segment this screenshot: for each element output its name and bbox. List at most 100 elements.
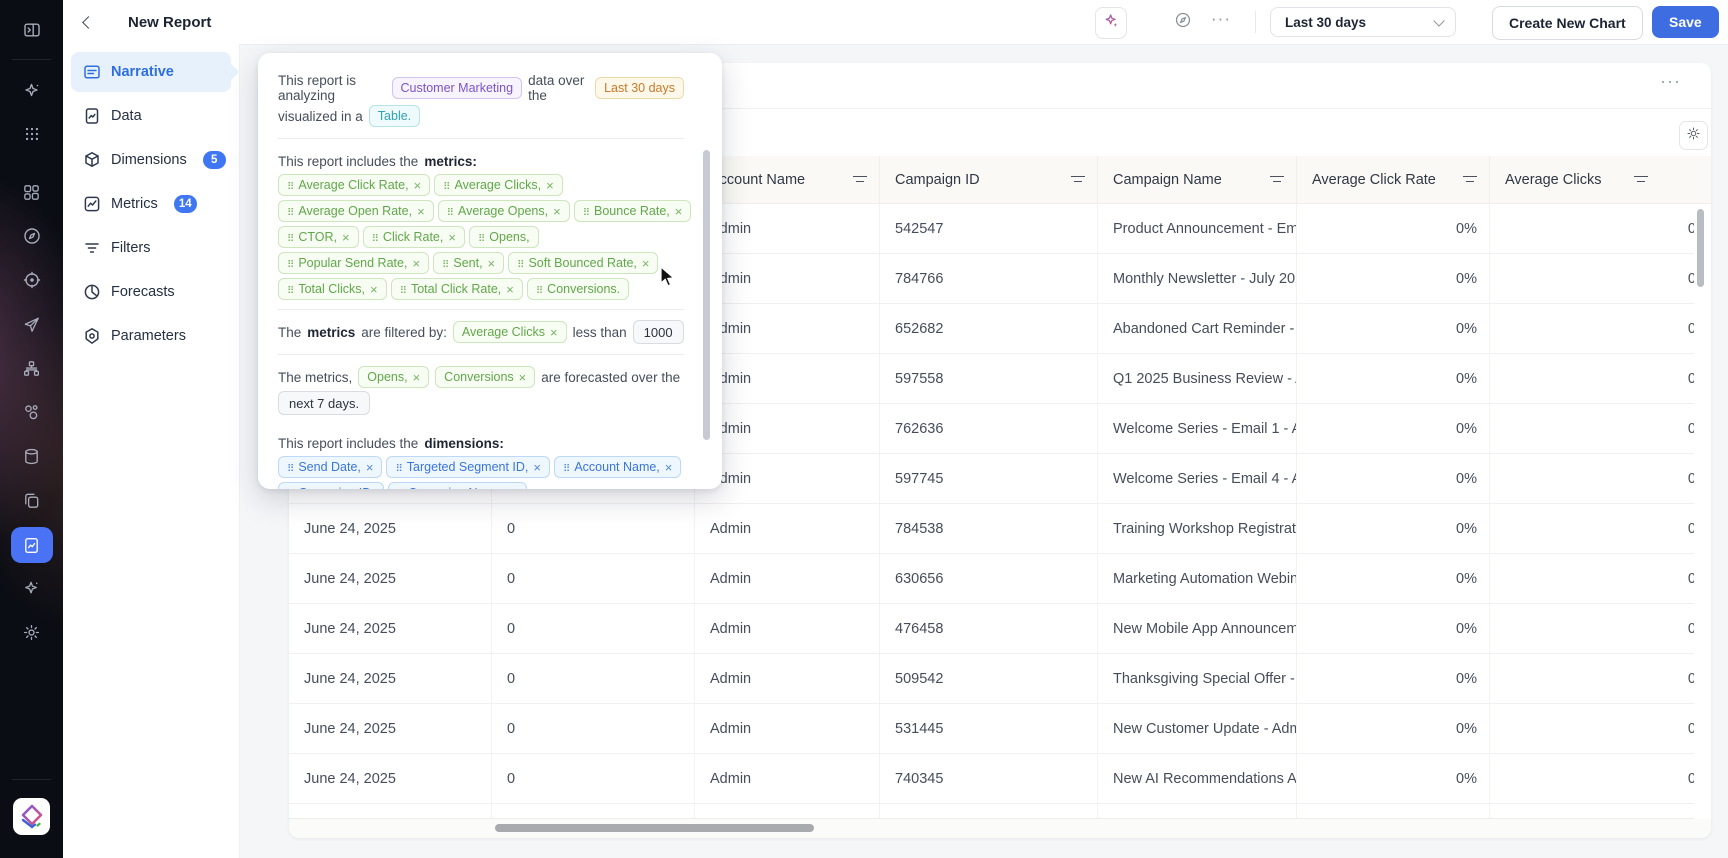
table-horizontal-scrollbar[interactable] bbox=[495, 824, 814, 832]
table-row[interactable]: June 24, 20250Admin740345New AI Recommen… bbox=[289, 754, 1711, 804]
drag-handle-icon[interactable]: ⣶ bbox=[287, 488, 293, 489]
metric-chip[interactable]: ⣶Click Rate,× bbox=[363, 226, 465, 248]
column-header-id[interactable]: Campaign ID bbox=[880, 156, 1098, 203]
dimension-chip[interactable]: ⣶Campaign ID, bbox=[278, 482, 384, 489]
remove-icon[interactable]: × bbox=[533, 461, 541, 474]
remove-icon[interactable]: × bbox=[519, 371, 527, 384]
metric-chip[interactable]: ⣶Average Clicks,× bbox=[434, 174, 563, 196]
metric-chip[interactable]: ⣶Average Click Rate,× bbox=[278, 174, 430, 196]
narrative-chip[interactable]: Last 30 days bbox=[595, 77, 684, 99]
remove-icon[interactable]: × bbox=[665, 461, 673, 474]
app-logo[interactable] bbox=[13, 798, 50, 835]
metric-chip[interactable]: ⣶Sent,× bbox=[433, 252, 504, 274]
filter-icon[interactable] bbox=[1634, 174, 1648, 185]
date-range-select[interactable]: Last 30 days bbox=[1270, 7, 1456, 37]
drag-handle-icon[interactable]: ⣶ bbox=[400, 284, 406, 294]
topbar-more-icon[interactable]: ··· bbox=[1211, 9, 1231, 29]
metric-chip[interactable]: ⣶Popular Send Rate,× bbox=[278, 252, 429, 274]
sparkle-icon[interactable] bbox=[13, 571, 51, 605]
drag-handle-icon[interactable]: ⣶ bbox=[517, 258, 523, 268]
remove-icon[interactable]: × bbox=[412, 257, 420, 270]
remove-icon[interactable]: × bbox=[366, 461, 374, 474]
metric-chip[interactable]: ⣶Bounce Rate,× bbox=[574, 200, 692, 222]
drag-handle-icon[interactable]: ⣶ bbox=[442, 258, 448, 268]
drag-handle-icon[interactable]: ⣶ bbox=[397, 488, 403, 489]
narrative-chip[interactable]: Opens,× bbox=[358, 366, 429, 388]
metric-chip[interactable]: ⣶Opens, bbox=[469, 226, 539, 248]
table-settings-button[interactable] bbox=[1679, 121, 1708, 150]
sidebar-item-narrative[interactable]: Narrative bbox=[71, 52, 231, 92]
remove-icon[interactable]: × bbox=[506, 283, 514, 296]
compass-rail-icon[interactable] bbox=[13, 219, 51, 253]
drag-handle-icon[interactable]: ⣶ bbox=[287, 258, 293, 268]
dimension-chip[interactable]: ⣶Targeted Segment ID,× bbox=[386, 456, 550, 478]
drag-handle-icon[interactable]: ⣶ bbox=[395, 462, 401, 472]
drag-handle-icon[interactable]: ⣶ bbox=[287, 462, 293, 472]
dimension-chip[interactable]: ⣶Account Name,× bbox=[554, 456, 681, 478]
copy-icon[interactable] bbox=[13, 483, 51, 517]
reports-nav-icon[interactable] bbox=[11, 527, 53, 563]
drag-handle-icon[interactable]: ⣶ bbox=[287, 232, 293, 242]
drag-handle-icon[interactable]: ⣶ bbox=[287, 284, 293, 294]
remove-icon[interactable]: × bbox=[414, 179, 422, 192]
table-more-icon[interactable]: ··· bbox=[1660, 71, 1681, 92]
drag-handle-icon[interactable]: ⣶ bbox=[287, 206, 293, 216]
table-row[interactable]: June 24, 20250Admin476458New Mobile App … bbox=[289, 604, 1711, 654]
column-header-clicks[interactable]: Average Clicks bbox=[1490, 156, 1711, 203]
drag-handle-icon[interactable]: ⣶ bbox=[478, 232, 484, 242]
drag-handle-icon[interactable]: ⣶ bbox=[372, 232, 378, 242]
table-row[interactable]: June 24, 20250Admin784538Training Worksh… bbox=[289, 504, 1711, 554]
remove-icon[interactable]: × bbox=[675, 205, 683, 218]
drag-handle-icon[interactable]: ⣶ bbox=[447, 206, 453, 216]
sidebar-item-parameters[interactable]: Parameters bbox=[71, 316, 231, 356]
apps-grid-icon[interactable] bbox=[13, 117, 51, 151]
remove-icon[interactable]: × bbox=[413, 371, 421, 384]
filter-icon[interactable] bbox=[853, 174, 867, 185]
sidebar-item-metrics[interactable]: Metrics14 bbox=[71, 184, 231, 224]
drag-handle-icon[interactable]: ⣶ bbox=[563, 462, 569, 472]
remove-icon[interactable]: × bbox=[553, 205, 561, 218]
dimension-chip[interactable]: ⣶Send Date,× bbox=[278, 456, 382, 478]
table-row[interactable]: June 24, 20250Admin630656Marketing Autom… bbox=[289, 554, 1711, 604]
narrative-chip[interactable]: Conversions× bbox=[435, 366, 535, 388]
metric-chip[interactable]: ⣶Total Clicks,× bbox=[278, 278, 387, 300]
panel-toggle-icon[interactable] bbox=[13, 13, 51, 47]
narrative-chip[interactable]: Customer Marketing bbox=[392, 77, 523, 99]
target-icon[interactable] bbox=[13, 263, 51, 297]
back-button[interactable] bbox=[77, 11, 99, 33]
remove-icon[interactable]: × bbox=[417, 205, 425, 218]
filter-icon[interactable] bbox=[1463, 174, 1477, 185]
sidebar-item-data[interactable]: Data bbox=[71, 96, 231, 136]
drag-handle-icon[interactable]: ⣶ bbox=[583, 206, 589, 216]
database-icon[interactable] bbox=[13, 439, 51, 473]
drag-handle-icon[interactable]: ⣶ bbox=[287, 180, 293, 190]
save-button[interactable]: Save bbox=[1652, 6, 1719, 38]
table-row[interactable]: June 24, 20250Admin509542Thanksgiving Sp… bbox=[289, 654, 1711, 704]
dimension-chip[interactable]: ⣶Campaign Name,× bbox=[388, 482, 527, 489]
remove-icon[interactable]: × bbox=[642, 257, 650, 270]
remove-icon[interactable]: × bbox=[370, 283, 378, 296]
narrative-scrollbar[interactable] bbox=[703, 150, 710, 440]
shapes-icon[interactable] bbox=[13, 395, 51, 429]
sidebar-item-filters[interactable]: Filters bbox=[71, 228, 231, 268]
sidebar-item-dimensions[interactable]: Dimensions5 bbox=[71, 140, 231, 180]
ai-assistant-button[interactable] bbox=[1095, 7, 1127, 39]
column-header-account[interactable]: Account Name bbox=[695, 156, 880, 203]
metric-chip[interactable]: ⣶Average Open Rate,× bbox=[278, 200, 434, 222]
remove-icon[interactable]: × bbox=[488, 257, 496, 270]
sidebar-item-forecasts[interactable]: Forecasts bbox=[71, 272, 231, 312]
table-row[interactable]: June 24, 20250Admin531445New Customer Up… bbox=[289, 704, 1711, 754]
metric-chip[interactable]: ⣶Soft Bounced Rate,× bbox=[508, 252, 658, 274]
hierarchy-icon[interactable] bbox=[13, 351, 51, 385]
metric-chip[interactable]: ⣶Average Opens,× bbox=[438, 200, 570, 222]
remove-icon[interactable]: × bbox=[510, 487, 518, 490]
remove-icon[interactable]: × bbox=[546, 179, 554, 192]
metric-chip[interactable]: ⣶CTOR,× bbox=[278, 226, 359, 248]
column-header-name[interactable]: Campaign Name bbox=[1098, 156, 1297, 203]
drag-handle-icon[interactable]: ⣶ bbox=[443, 180, 449, 190]
narrative-chip[interactable]: Table. bbox=[369, 105, 420, 127]
narrative-chip[interactable]: Average Clicks× bbox=[453, 321, 567, 343]
remove-icon[interactable]: × bbox=[342, 231, 350, 244]
dashboard-icon[interactable] bbox=[13, 175, 51, 209]
settings-icon[interactable] bbox=[13, 615, 51, 649]
